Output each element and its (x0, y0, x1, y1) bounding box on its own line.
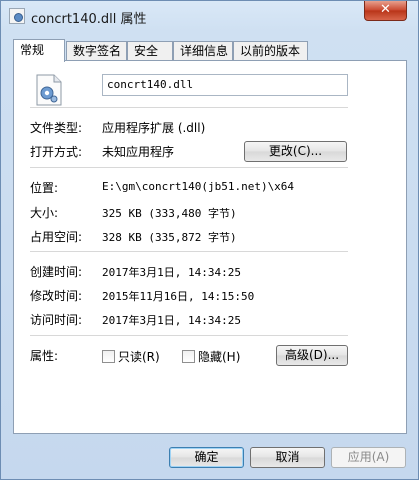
close-button[interactable]: ✕ (364, 1, 407, 21)
modified-label: 修改时间: (30, 289, 83, 303)
dll-file-icon (36, 74, 62, 106)
window-title: concrt140.dll 属性 (31, 12, 147, 27)
size-on-disk-value: 328 KB (335,872 字节) (102, 231, 237, 244)
size-value: 325 KB (333,480 字节) (102, 207, 237, 220)
size-on-disk-label: 占用空间: (30, 230, 83, 244)
opens-with-label: 打开方式: (30, 145, 83, 159)
change-button[interactable]: 更改(C)... (244, 141, 347, 162)
accessed-label: 访问时间: (30, 313, 83, 327)
divider (30, 167, 348, 168)
title-bar[interactable]: concrt140.dll 属性 ✕ (1, 1, 418, 31)
opens-with-value: 未知应用程序 (102, 145, 175, 159)
size-label: 大小: (30, 206, 59, 220)
properties-window: concrt140.dll 属性 ✕ 常规 数字签名 安全 详细信息 以前的版本… (0, 0, 419, 480)
apply-button[interactable]: 应用(A) (331, 447, 406, 468)
tab-general[interactable]: 常规 (13, 39, 65, 62)
location-value: E:\gm\concrt140(jb51.net)\x64 (102, 180, 295, 193)
hidden-label: 隐藏(H) (198, 350, 241, 364)
divider (30, 335, 348, 336)
location-label: 位置: (30, 181, 59, 195)
divider (30, 251, 348, 252)
advanced-button[interactable]: 高级(D)... (276, 345, 348, 366)
ok-button[interactable]: 确定 (169, 447, 244, 468)
created-label: 创建时间: (30, 265, 83, 279)
file-type-value: 应用程序扩展 (.dll) (102, 121, 206, 135)
tab-previous-versions[interactable]: 以前的版本 (233, 41, 308, 61)
dll-file-icon (9, 8, 25, 24)
general-panel: concrt140.dll 文件类型: 应用程序扩展 (.dll) 打开方式: … (13, 60, 407, 434)
divider (30, 107, 348, 108)
tab-details[interactable]: 详细信息 (173, 41, 233, 61)
filename-field[interactable]: concrt140.dll (102, 74, 348, 96)
modified-value: 2015年11月16日, 14:15:50 (102, 290, 255, 303)
file-type-label: 文件类型: (30, 121, 83, 135)
cancel-button[interactable]: 取消 (250, 447, 325, 468)
attributes-label: 属性: (30, 349, 59, 363)
readonly-label: 只读(R) (118, 350, 160, 364)
hidden-checkbox[interactable]: 隐藏(H) (182, 348, 240, 365)
tab-digital-signatures[interactable]: 数字签名 (66, 41, 127, 61)
checkbox-box[interactable] (102, 350, 115, 363)
accessed-value: 2017年3月1日, 14:34:25 (102, 314, 241, 327)
readonly-checkbox[interactable]: 只读(R) (102, 348, 160, 365)
created-value: 2017年3月1日, 14:34:25 (102, 266, 241, 279)
checkbox-box[interactable] (182, 350, 195, 363)
tab-security[interactable]: 安全 (127, 41, 173, 61)
